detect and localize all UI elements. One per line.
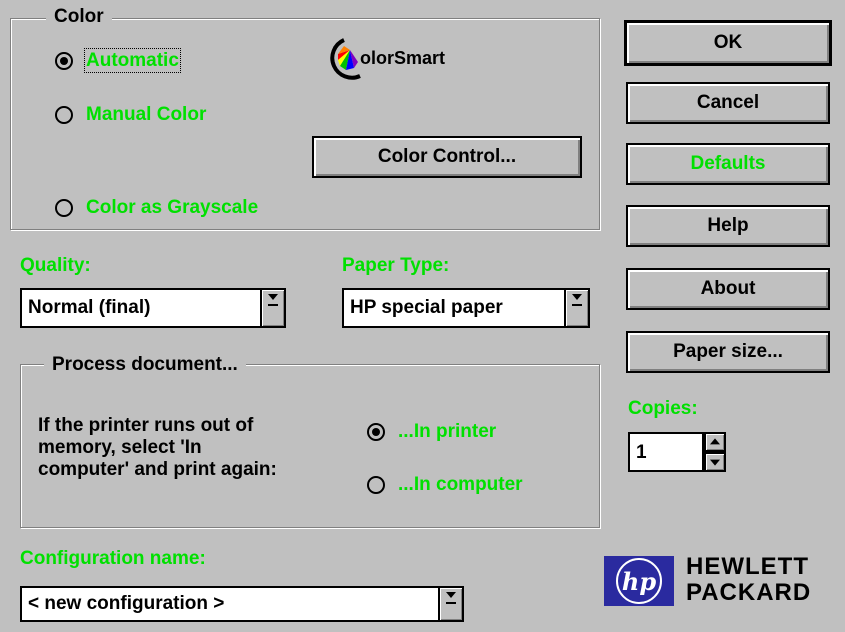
colorsmart-logo: olorSmart: [330, 36, 480, 86]
manual-color-radio[interactable]: [55, 106, 73, 124]
chevron-down-icon: [268, 294, 278, 306]
configuration-dropdown-button[interactable]: [438, 588, 462, 620]
cancel-button-label: Cancel: [696, 92, 760, 113]
ok-button-label: OK: [713, 32, 743, 53]
defaults-button-label: Defaults: [690, 153, 766, 174]
color-group-title: Color: [46, 6, 112, 28]
copies-increment-button[interactable]: [704, 432, 726, 452]
copies-input[interactable]: 1: [628, 432, 704, 472]
process-description: If the printer runs out of memory, selec…: [38, 415, 277, 481]
color-as-grayscale-label[interactable]: Color as Grayscale: [86, 197, 258, 219]
paper-type-select[interactable]: HP special paper: [342, 288, 590, 328]
process-document-title: Process document...: [44, 354, 246, 376]
quality-dropdown-button[interactable]: [260, 290, 284, 326]
quality-select[interactable]: Normal (final): [20, 288, 286, 328]
manual-color-label[interactable]: Manual Color: [86, 104, 206, 126]
in-printer-radio[interactable]: [367, 423, 385, 441]
quality-select-value: Normal (final): [28, 297, 151, 318]
paper-type-label: Paper Type:: [342, 255, 450, 276]
automatic-label-text: Automatic: [84, 48, 181, 73]
process-description-line1: If the printer runs out of: [38, 415, 254, 436]
automatic-radio[interactable]: [55, 52, 73, 70]
cancel-button[interactable]: Cancel: [626, 82, 830, 124]
color-control-button[interactable]: Color Control...: [312, 136, 582, 178]
process-description-line3: computer' and print again:: [38, 459, 277, 480]
about-button[interactable]: About: [626, 268, 830, 310]
copies-decrement-button[interactable]: [704, 452, 726, 472]
brand-line1: HEWLETT: [686, 553, 809, 580]
automatic-label[interactable]: Automatic: [84, 48, 181, 73]
copies-value: 1: [636, 442, 647, 463]
colorsmart-text: olorSmart: [360, 48, 446, 68]
help-button[interactable]: Help: [626, 205, 830, 247]
copies-label: Copies:: [628, 398, 698, 419]
brand-line2: PACKARD: [686, 579, 812, 606]
color-control-button-label: Color Control...: [377, 146, 517, 167]
configuration-name-label: Configuration name:: [20, 548, 206, 569]
paper-size-button-label: Paper size...: [673, 341, 783, 362]
color-as-grayscale-radio[interactable]: [55, 199, 73, 217]
chevron-down-icon: [446, 592, 456, 604]
help-button-label: Help: [707, 215, 749, 236]
hp-logo: hp: [604, 556, 674, 606]
configuration-name-select[interactable]: < new configuration >: [20, 586, 464, 622]
configuration-name-value: < new configuration >: [28, 593, 225, 614]
process-description-line2: memory, select 'In: [38, 437, 202, 458]
paper-size-button[interactable]: Paper size...: [626, 331, 830, 373]
in-computer-radio[interactable]: [367, 476, 385, 494]
quality-label: Quality:: [20, 255, 91, 276]
about-button-label: About: [700, 278, 756, 299]
chevron-up-icon: [710, 438, 720, 445]
paper-type-select-value: HP special paper: [350, 297, 503, 318]
chevron-down-icon: [710, 459, 720, 466]
hp-logo-mark: hp: [616, 558, 662, 604]
ok-button[interactable]: OK: [624, 20, 832, 66]
chevron-down-icon: [572, 294, 582, 306]
defaults-button[interactable]: Defaults: [626, 143, 830, 185]
paper-type-dropdown-button[interactable]: [564, 290, 588, 326]
in-computer-label[interactable]: ...In computer: [398, 474, 523, 496]
in-printer-label[interactable]: ...In printer: [398, 421, 496, 443]
